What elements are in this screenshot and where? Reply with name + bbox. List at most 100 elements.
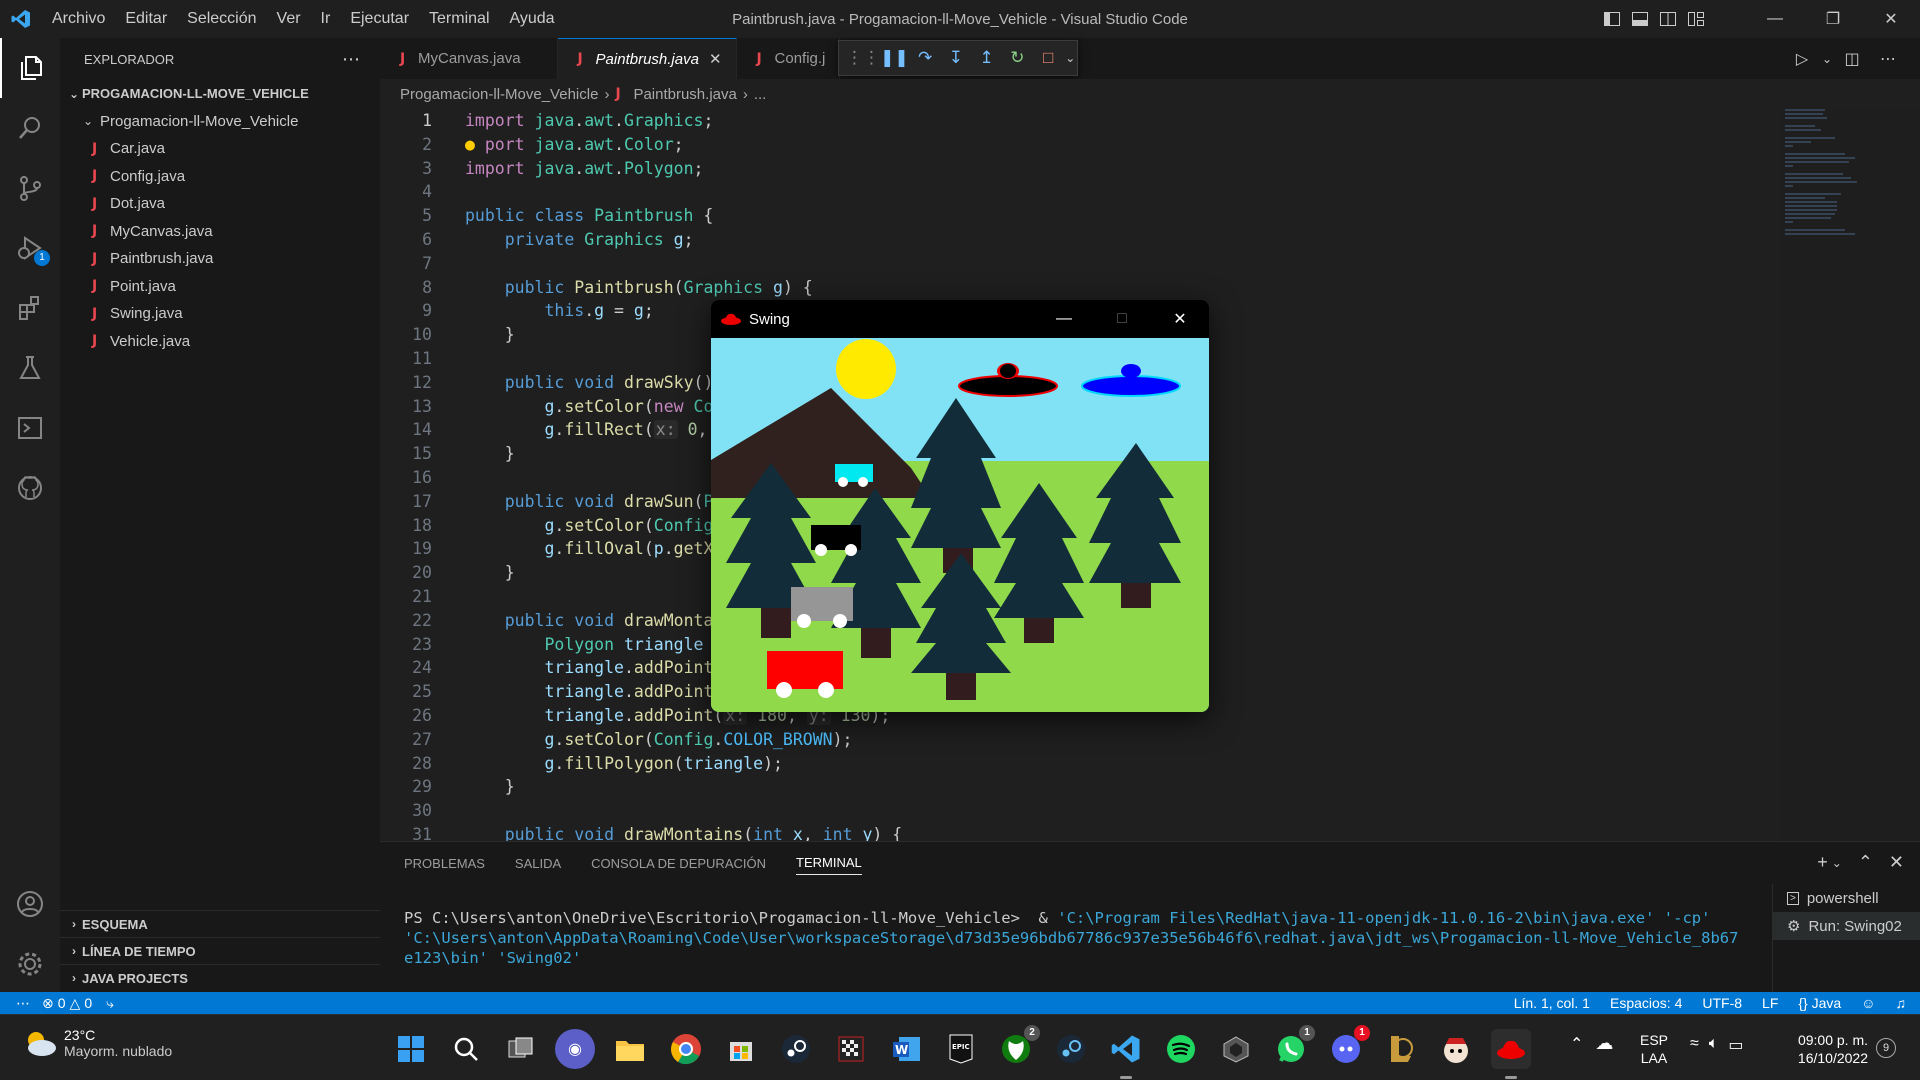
extensions-icon[interactable]	[0, 278, 60, 338]
search-icon[interactable]	[446, 1029, 486, 1069]
file-explorer-icon[interactable]	[610, 1029, 650, 1069]
menu-ir[interactable]: Ir	[311, 0, 341, 38]
remote-explorer-icon[interactable]	[0, 398, 60, 458]
toggle-primary-sidebar-icon[interactable]	[1598, 0, 1626, 38]
toggle-secondary-sidebar-icon[interactable]	[1654, 0, 1682, 38]
chevron-down-icon[interactable]: ⌄	[1064, 41, 1077, 75]
chevron-up-icon[interactable]: ⌃	[1570, 1034, 1583, 1054]
file-item-dot[interactable]: J Dot.java	[60, 190, 380, 218]
terminal-item-run-swing02[interactable]: ⚙ Run: Swing02	[1773, 912, 1920, 940]
tab-mycanvas[interactable]: J MyCanvas.java	[380, 38, 558, 79]
chevron-down-icon[interactable]: ⌄	[1820, 52, 1834, 66]
end-of-line[interactable]: LF	[1762, 995, 1778, 1011]
notifications-bell-icon[interactable]: ♫	[1896, 995, 1907, 1011]
search-icon[interactable]	[0, 98, 60, 158]
start-button-icon[interactable]	[391, 1029, 431, 1069]
input-language[interactable]: ESP LAA	[1640, 1031, 1668, 1067]
step-over-icon[interactable]: ↷	[910, 41, 941, 75]
manage-gear-icon[interactable]	[0, 934, 60, 994]
swing-window[interactable]: Swing — □ ✕	[711, 300, 1209, 712]
breadcrumb-symbol[interactable]: ...	[754, 86, 767, 103]
racing-game-icon[interactable]	[831, 1029, 871, 1069]
indentation[interactable]: Espacios: 4	[1610, 995, 1682, 1011]
cuphead-icon[interactable]	[1436, 1029, 1476, 1069]
close-button[interactable]: ✕	[1862, 0, 1920, 38]
section-java-projects[interactable]: › JAVA PROJECTS	[60, 964, 380, 991]
epic-games-icon[interactable]: EPIC	[941, 1029, 981, 1069]
section-outline[interactable]: › ESQUEMA	[60, 910, 380, 937]
breadcrumb-folder[interactable]: Progamacion-ll-Move_Vehicle	[400, 86, 598, 103]
source-control-icon[interactable]	[0, 158, 60, 218]
steam-icon[interactable]	[776, 1029, 816, 1069]
workspace-root[interactable]: ⌄ PROGAMACION-LL-MOVE_VEHICLE	[60, 80, 380, 108]
chevron-down-icon[interactable]: ⌄	[1832, 852, 1842, 873]
unity-hub-icon[interactable]	[1216, 1029, 1256, 1069]
word-icon[interactable]: W	[886, 1029, 926, 1069]
explorer-icon[interactable]	[0, 38, 60, 98]
menu-seleccion[interactable]: Selección	[177, 0, 266, 38]
vscode-taskbar-icon[interactable]	[1106, 1029, 1146, 1079]
whatsapp-icon[interactable]: 1	[1271, 1025, 1315, 1069]
warnings-icon[interactable]: △	[70, 995, 81, 1012]
error-count[interactable]: 0	[58, 995, 66, 1011]
quick-settings[interactable]: ≈ 🔈︎ ▭	[1690, 1035, 1744, 1055]
step-out-icon[interactable]: ↥	[971, 41, 1002, 75]
cursor-position[interactable]: Lín. 1, col. 1	[1514, 995, 1590, 1011]
stop-icon[interactable]: □	[1033, 41, 1064, 75]
league-of-legends-icon[interactable]	[1381, 1029, 1421, 1069]
swing-minimize-button[interactable]: —	[1035, 300, 1093, 338]
menu-editar[interactable]: Editar	[115, 0, 177, 38]
file-item-car[interactable]: J Car.java	[60, 135, 380, 163]
menu-archivo[interactable]: Archivo	[42, 0, 115, 38]
steam-icon-2[interactable]	[1051, 1029, 1091, 1069]
run-debug-icon[interactable]: 1	[0, 218, 60, 278]
notification-count[interactable]: 9	[1876, 1038, 1896, 1058]
weather-widget[interactable]: 23°C Mayorm. nublado	[22, 1027, 172, 1059]
terminal-output[interactable]: PS C:\Users\anton\OneDrive\Escritorio\Pr…	[404, 908, 1744, 968]
tab-terminal[interactable]: TERMINAL	[796, 851, 862, 875]
file-item-config[interactable]: J Config.java	[60, 163, 380, 191]
errors-icon[interactable]: ⊗	[42, 995, 54, 1012]
chrome-icon[interactable]	[666, 1029, 706, 1069]
xbox-icon[interactable]: 2	[996, 1025, 1040, 1069]
spotify-icon[interactable]	[1161, 1029, 1201, 1069]
encoding[interactable]: UTF-8	[1702, 995, 1742, 1011]
menu-ayuda[interactable]: Ayuda	[500, 0, 565, 38]
remote-icon[interactable]: ⋯	[0, 995, 42, 1012]
section-timeline[interactable]: › LÍNEA DE TIEMPO	[60, 937, 380, 964]
task-view-icon[interactable]	[501, 1029, 541, 1069]
menu-terminal[interactable]: Terminal	[419, 0, 499, 38]
tab-output[interactable]: SALIDA	[515, 852, 561, 875]
folder-item[interactable]: ⌄ Progamacion-ll-Move_Vehicle	[60, 108, 380, 136]
clock[interactable]: 09:00 p. m. 16/10/2022	[1788, 1031, 1868, 1067]
maximize-panel-icon[interactable]: ⌃	[1858, 852, 1873, 873]
language-mode[interactable]: {} Java	[1798, 995, 1841, 1011]
feedback-icon[interactable]: ☺	[1861, 995, 1875, 1011]
onedrive-cloud-icon[interactable]: ☁	[1595, 1033, 1613, 1054]
swing-close-button[interactable]: ✕	[1151, 300, 1209, 338]
split-editor-icon[interactable]: ◫	[1834, 49, 1870, 69]
toggle-panel-icon[interactable]	[1626, 0, 1654, 38]
github-icon[interactable]	[0, 458, 60, 518]
customize-layout-icon[interactable]	[1682, 0, 1710, 38]
pause-icon[interactable]: ❚❚	[879, 41, 910, 75]
testing-icon[interactable]	[0, 338, 60, 398]
file-item-swing[interactable]: J Swing.java	[60, 300, 380, 328]
minimize-button[interactable]: —	[1746, 0, 1804, 38]
close-panel-icon[interactable]: ✕	[1889, 852, 1904, 873]
swing-titlebar[interactable]: Swing — □ ✕	[711, 300, 1209, 338]
discord-icon[interactable]: 1	[1326, 1025, 1370, 1069]
file-item-vehicle[interactable]: J Vehicle.java	[60, 328, 380, 356]
tab-debug-console[interactable]: CONSOLA DE DEPURACIÓN	[591, 852, 766, 875]
step-into-icon[interactable]: ↧	[941, 41, 972, 75]
restore-button[interactable]: ❐	[1804, 0, 1862, 38]
swing-maximize-button[interactable]: □	[1093, 300, 1151, 338]
minimap[interactable]	[1785, 109, 1885, 309]
new-terminal-icon[interactable]: +	[1817, 852, 1828, 873]
drag-handle-icon[interactable]: ⋮⋮	[846, 41, 880, 75]
file-item-point[interactable]: J Point.java	[60, 273, 380, 301]
more-actions-icon[interactable]: ⋯	[1870, 49, 1906, 69]
run-icon[interactable]: ▷	[1784, 49, 1820, 69]
restart-icon[interactable]: ↻	[1002, 41, 1033, 75]
file-item-paintbrush[interactable]: J Paintbrush.java	[60, 245, 380, 273]
